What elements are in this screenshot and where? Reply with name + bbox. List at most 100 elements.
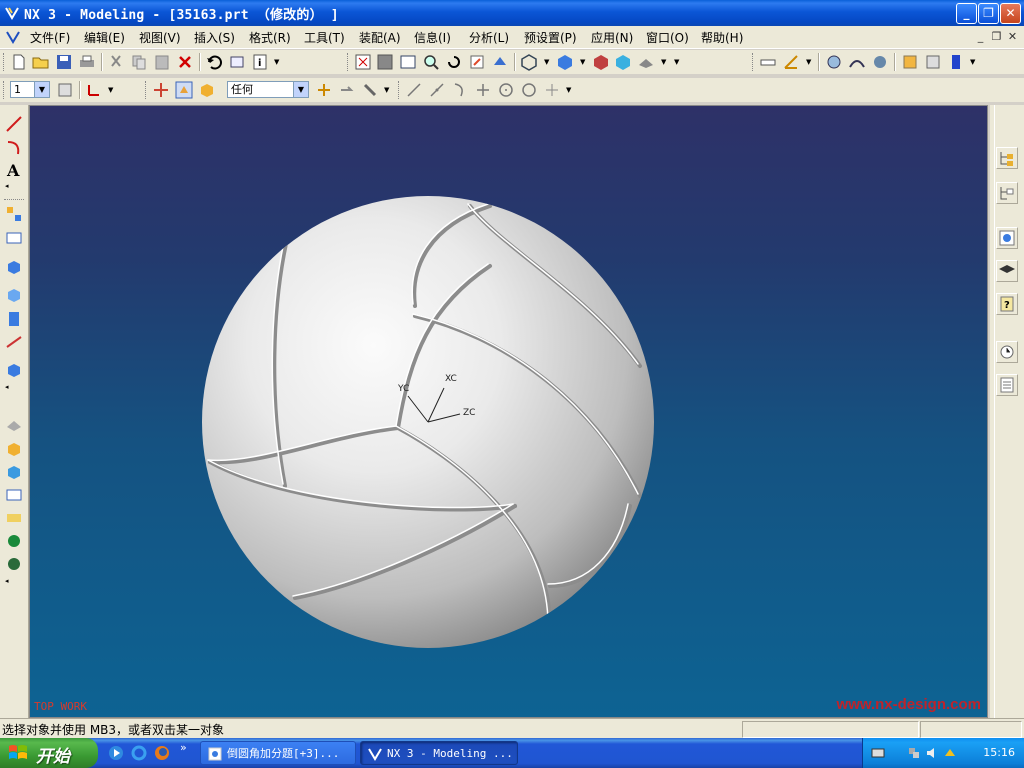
part-navigator-tab[interactable] [996,182,1018,204]
toolbar-dropdown-icon[interactable]: ▼ [108,86,113,94]
boss-icon[interactable] [5,310,23,328]
face-analysis-icon[interactable] [614,53,632,71]
section-icon[interactable] [871,53,889,71]
toolbar-grip[interactable] [347,53,351,71]
chevron-down-icon[interactable]: ▼ [34,82,49,97]
chevron-down-icon[interactable]: ▼ [293,82,308,97]
menu-format[interactable]: 格式(R) [249,29,291,46]
web-browser-tab[interactable] [996,227,1018,249]
mdi-close-button[interactable]: ✕ [1006,31,1019,43]
snap-plus-icon[interactable] [543,81,561,99]
media-player-icon[interactable] [108,745,124,761]
line-icon[interactable] [405,81,423,99]
title-bar[interactable]: NX 3 - Modeling - [35163.prt （修改的） ] _ ❐… [0,0,1024,26]
split-body-icon[interactable] [5,555,23,573]
internet-explorer-icon[interactable] [131,745,147,761]
print-icon[interactable] [78,53,96,71]
curvature-icon[interactable] [848,53,866,71]
drafting-icon[interactable] [924,53,942,71]
menu-tools[interactable]: 工具(T) [304,29,345,46]
assembly-navigator-tab[interactable] [996,147,1018,169]
block-icon[interactable] [5,258,23,276]
save-icon[interactable] [55,53,73,71]
keyboard-icon[interactable] [871,746,885,760]
firefox-icon[interactable] [154,745,170,761]
measure-distance-icon[interactable] [759,53,777,71]
toolbar-dropdown-icon[interactable]: ▼ [544,58,549,66]
measure-angle-icon[interactable] [782,53,800,71]
menu-assemblies[interactable]: 装配(A) [359,29,401,46]
expand-arrow-icon[interactable]: ◂ [5,182,9,190]
circle-quadrant-icon[interactable] [520,81,538,99]
chamfer-icon[interactable] [5,440,23,458]
work-layer-select[interactable]: 1 ▼ [10,81,50,98]
history-tab[interactable] [996,341,1018,363]
toolbar-dropdown-icon[interactable]: ▼ [806,58,811,66]
menu-window[interactable]: 窗口(O) [646,29,689,46]
circle-center-icon[interactable] [497,81,515,99]
deselect-icon[interactable] [338,81,356,99]
expand-arrow-icon[interactable]: ◂ [5,577,9,585]
arc-tool-icon[interactable] [5,138,23,156]
shell-icon[interactable] [5,463,23,481]
expand-arrow-icon[interactable]: ◂ [5,383,9,391]
task-button-nx-modeling[interactable]: NX 3 - Modeling ... [360,741,518,765]
trim-body-icon[interactable] [5,532,23,550]
help-tab[interactable]: ? [996,293,1018,315]
perpendicular-icon[interactable] [474,81,492,99]
menu-application[interactable]: 应用(N) [591,29,633,46]
nx-document-icon[interactable] [6,30,20,44]
maximize-button[interactable]: ❐ [978,3,999,24]
studio-icon[interactable] [592,53,610,71]
close-button[interactable]: ✕ [1000,3,1021,24]
mdi-minimize-button[interactable]: _ [974,31,987,43]
graphics-window[interactable]: XC YC ZC TOP WORK www.nx-design.com [29,105,988,718]
volume-icon[interactable] [925,746,939,760]
toolbar-dropdown-icon[interactable]: ▼ [384,86,389,94]
menu-view[interactable]: 视图(V) [139,29,181,46]
toolbar-dropdown-icon[interactable]: ▼ [674,58,679,66]
information-icon[interactable]: i [251,53,269,71]
cylinder-icon[interactable] [5,361,23,379]
toolbar-grip[interactable] [145,81,149,99]
perspective-icon[interactable] [491,53,509,71]
toolbar-dropdown-icon[interactable]: ▼ [274,58,279,66]
toolbar-dropdown-icon[interactable]: ▼ [580,58,585,66]
zoom-box-icon[interactable] [399,53,417,71]
line-point-icon[interactable] [428,81,446,99]
cut-icon[interactable] [107,53,125,71]
render-style-wireframe-icon[interactable] [520,53,538,71]
edge-blend-icon[interactable] [5,417,23,435]
quick-pick-icon[interactable] [361,81,379,99]
quick-launch-more-icon[interactable]: » [180,741,187,754]
mdi-restore-button[interactable]: ❐ [990,31,1003,43]
toolbar-dropdown-icon[interactable]: ▼ [661,58,666,66]
line-tool-icon[interactable] [5,115,23,133]
menu-analysis[interactable]: 分析(L) [469,29,509,46]
toolbar-dropdown-icon[interactable]: ▼ [970,58,975,66]
select-feature-icon[interactable] [175,81,193,99]
system-materials-tab[interactable] [996,374,1018,396]
bookmark-icon[interactable] [947,53,965,71]
toolbar-grip[interactable] [3,81,7,99]
repeat-command-icon[interactable] [228,53,246,71]
selection-filter-select[interactable]: 任何 ▼ [227,81,309,98]
analysis-icon[interactable] [825,53,843,71]
pan-icon[interactable] [468,53,486,71]
point-constructor-icon[interactable] [315,81,333,99]
menu-edit[interactable]: 编辑(E) [84,29,125,46]
datum-icon[interactable] [5,333,23,351]
toolbar-dropdown-icon[interactable]: ▼ [566,86,571,94]
wcs-icon[interactable] [85,81,103,99]
start-button[interactable]: 开始 [0,738,98,768]
minimize-button[interactable]: _ [956,3,977,24]
extrude-icon[interactable] [5,229,23,247]
layer-settings-icon[interactable] [56,81,74,99]
zoom-icon[interactable] [422,53,440,71]
fit-view-icon[interactable] [354,53,372,71]
network-icon[interactable] [907,746,921,760]
offset-face-icon[interactable] [5,509,23,527]
open-folder-icon[interactable] [32,53,50,71]
arc-icon[interactable] [451,81,469,99]
snap-point-icon[interactable] [152,81,170,99]
